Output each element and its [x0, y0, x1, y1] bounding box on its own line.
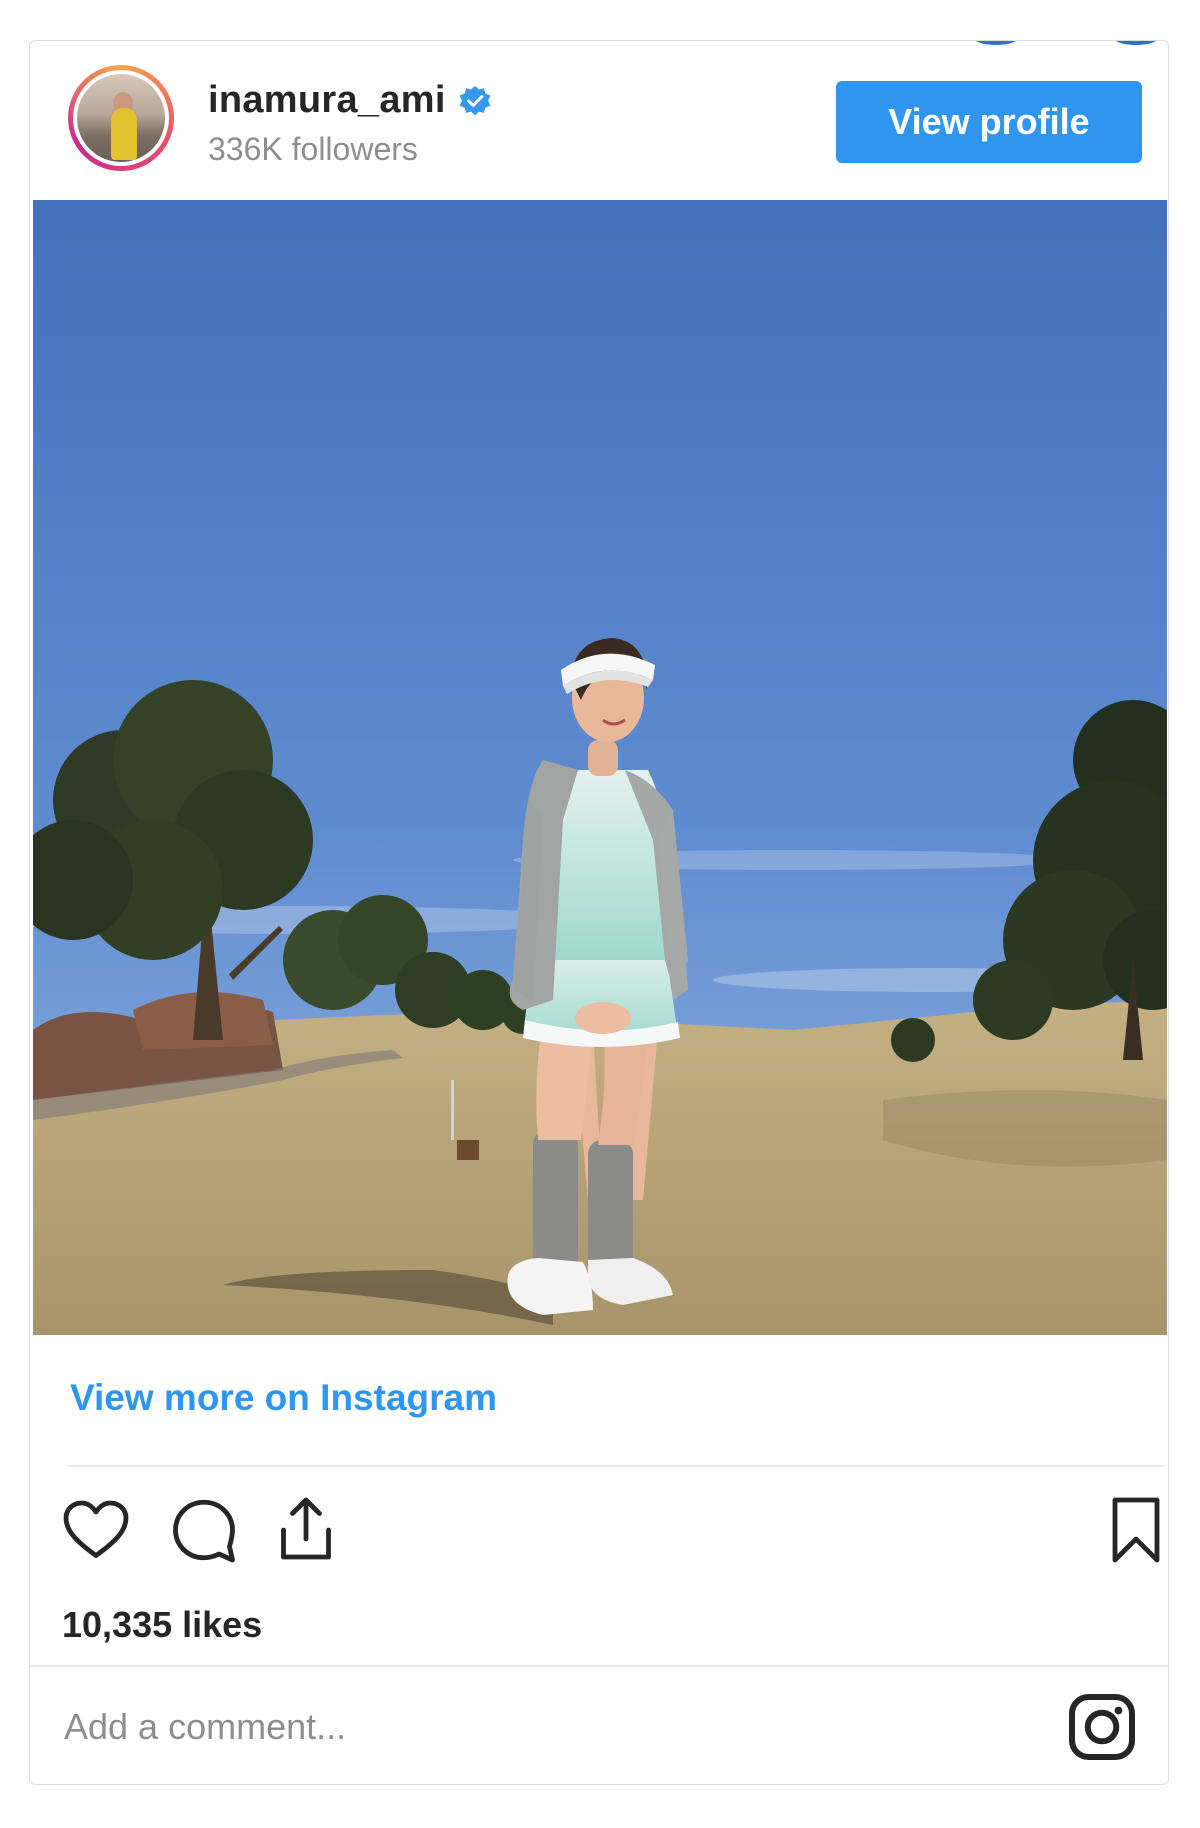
verified-badge-icon — [459, 85, 491, 115]
action-bar — [60, 1494, 1160, 1584]
instagram-embed-card: inamura_ami 336K followers View profile — [29, 40, 1169, 1785]
follower-count: 336K followers — [208, 131, 418, 167]
post-image[interactable] — [33, 200, 1167, 1335]
divider — [30, 1665, 1168, 1667]
username[interactable]: inamura_ami — [208, 79, 446, 122]
comment-bubble-icon[interactable] — [168, 1494, 240, 1566]
post-photo-illustration — [33, 200, 1167, 1335]
view-more-link[interactable]: View more on Instagram — [70, 1377, 497, 1419]
post-header: inamura_ami 336K followers View profile — [30, 41, 1168, 201]
heart-icon[interactable] — [60, 1494, 132, 1566]
bookmark-icon[interactable] — [1100, 1494, 1169, 1566]
comment-input[interactable] — [62, 1691, 946, 1763]
view-profile-button[interactable]: View profile — [836, 81, 1142, 163]
avatar[interactable] — [68, 65, 174, 171]
instagram-icon[interactable] — [1066, 1691, 1138, 1763]
divider — [68, 1465, 1164, 1467]
username-row: inamura_ami — [208, 79, 492, 122]
like-count: 10,335 likes — [62, 1604, 263, 1645]
share-icon[interactable] — [270, 1494, 342, 1566]
